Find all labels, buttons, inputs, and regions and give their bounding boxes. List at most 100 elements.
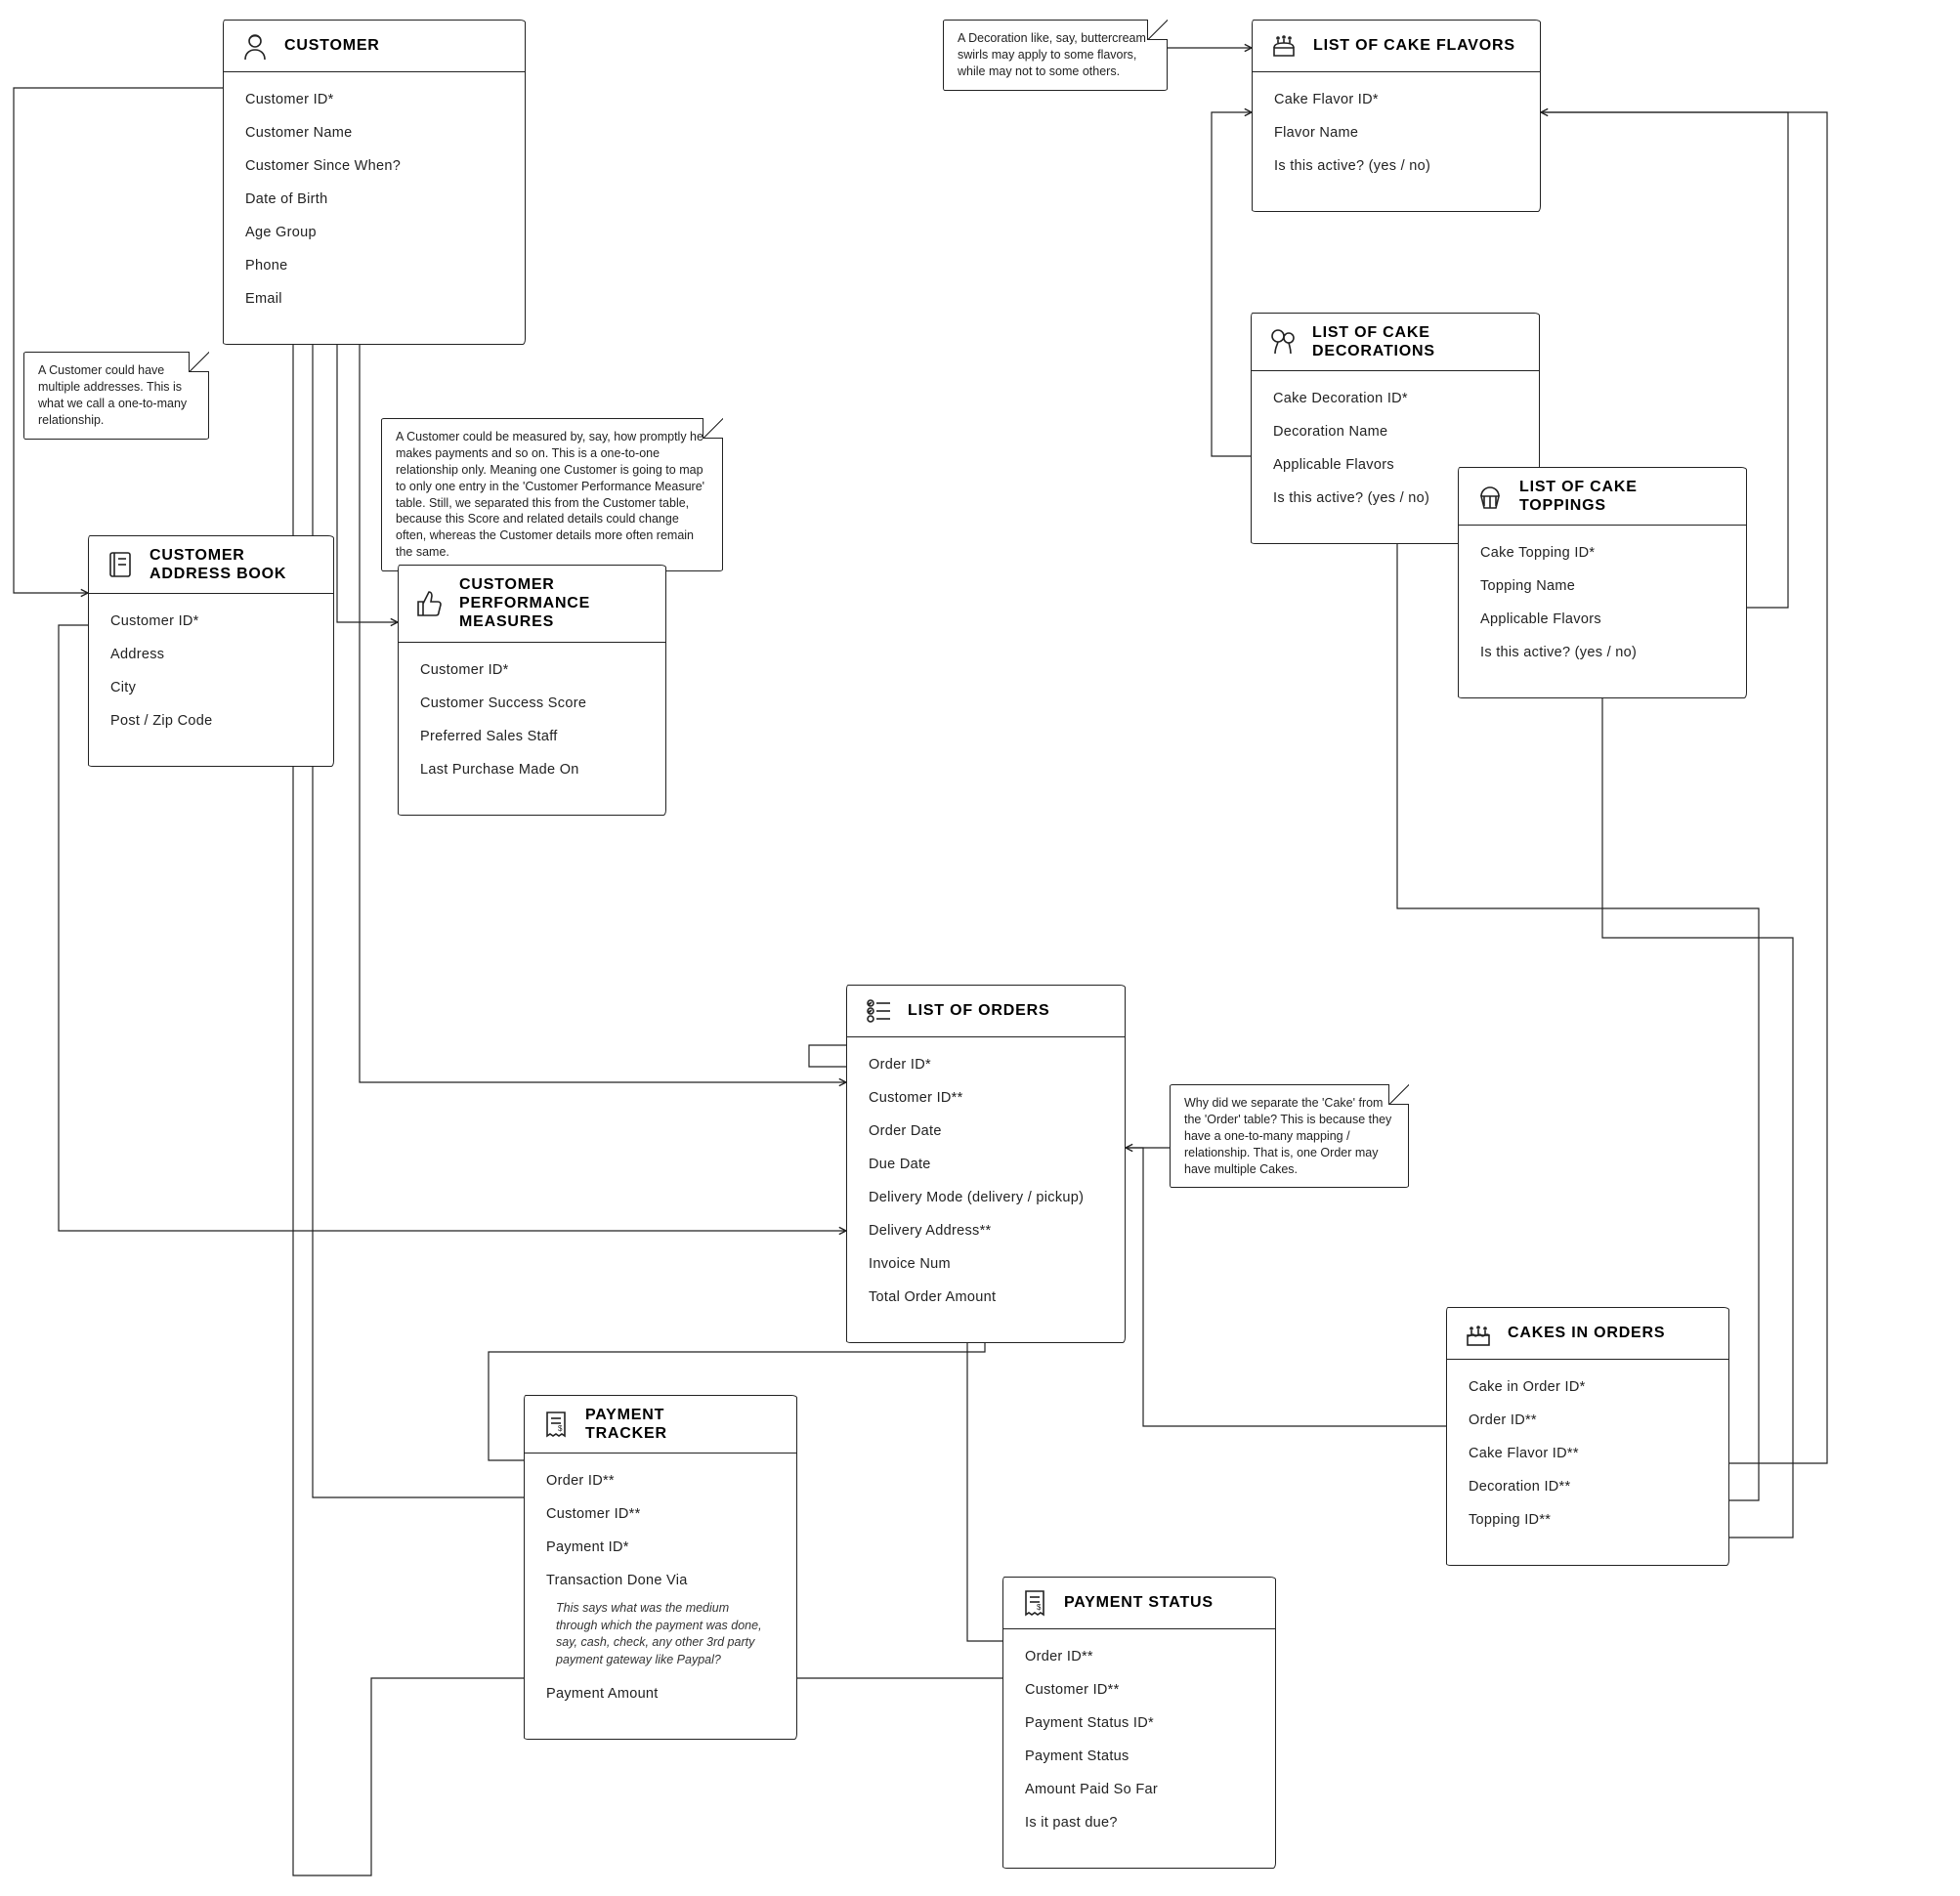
field: Customer Success Score	[420, 695, 644, 711]
field: Order ID*	[869, 1057, 1103, 1073]
note-text: Why did we separate the 'Cake' from the …	[1184, 1096, 1391, 1176]
entity-cakes-in-orders: CAKES IN ORDERS Cake in Order ID* Order …	[1446, 1307, 1729, 1566]
field: Flavor Name	[1274, 125, 1518, 141]
field: Topping ID**	[1469, 1512, 1707, 1528]
entity-address-book: CUSTOMER ADDRESS BOOK Customer ID* Addre…	[88, 535, 334, 767]
cupcake-icon	[1474, 481, 1506, 512]
entity-fields: Cake Topping ID* Topping Name Applicable…	[1459, 526, 1746, 697]
entity-header: CUSTOMER ADDRESS BOOK	[89, 536, 333, 594]
field: Age Group	[245, 225, 503, 240]
field: Customer ID**	[869, 1090, 1103, 1106]
entity-perf-measures: CUSTOMER PERFORMANCE MEASURES Customer I…	[398, 565, 666, 816]
note-decoration-flavors: A Decoration like, say, buttercream swir…	[943, 20, 1168, 91]
book-icon	[105, 549, 136, 580]
field: Cake Flavor ID**	[1469, 1446, 1707, 1461]
thumbs-up-icon	[414, 588, 446, 619]
field: Payment Amount	[546, 1686, 775, 1702]
svg-text:$: $	[558, 1424, 563, 1433]
field: Customer ID**	[1025, 1682, 1254, 1698]
field: Email	[245, 291, 503, 307]
field: Customer ID*	[110, 613, 312, 629]
entity-title: CAKES IN ORDERS	[1508, 1324, 1665, 1342]
field: Decoration ID**	[1469, 1479, 1707, 1495]
entity-title: PAYMENT TRACKER	[585, 1406, 742, 1443]
field: Invoice Num	[869, 1256, 1103, 1272]
entity-payment-status: $ PAYMENT STATUS Order ID** Customer ID*…	[1002, 1577, 1276, 1869]
field: Due Date	[869, 1157, 1103, 1172]
entity-fields: Order ID** Customer ID** Payment Status …	[1003, 1629, 1275, 1868]
field: Total Order Amount	[869, 1289, 1103, 1305]
field: Delivery Mode (delivery / pickup)	[869, 1190, 1103, 1205]
field: Last Purchase Made On	[420, 762, 644, 778]
field: Phone	[245, 258, 503, 274]
receipt-icon: $	[540, 1409, 572, 1440]
field: Transaction Done Via	[546, 1573, 775, 1588]
field: Cake Topping ID*	[1480, 545, 1725, 561]
entity-title: LIST OF CAKE DECORATIONS	[1312, 323, 1488, 360]
field: Order ID**	[1469, 1412, 1707, 1428]
birthday-cake-icon	[1463, 1318, 1494, 1349]
field: Customer ID**	[546, 1506, 775, 1522]
field: Decoration Name	[1273, 424, 1517, 440]
field: Order ID**	[1025, 1649, 1254, 1664]
field: Post / Zip Code	[110, 713, 312, 729]
note-customer-addresses: A Customer could have multiple addresses…	[23, 352, 209, 440]
entity-header: CAKES IN ORDERS	[1447, 1308, 1728, 1360]
note-text: A Decoration like, say, buttercream swir…	[958, 31, 1146, 78]
field: Customer ID*	[245, 92, 503, 107]
entity-header: $ PAYMENT TRACKER	[525, 1396, 796, 1454]
note-text: A Customer could be measured by, say, ho…	[396, 430, 704, 559]
field: Payment Status	[1025, 1749, 1254, 1764]
cake-icon	[1268, 30, 1300, 62]
entity-title: LIST OF ORDERS	[908, 1001, 1049, 1020]
field: Customer Name	[245, 125, 503, 141]
entity-title: CUSTOMER	[284, 36, 380, 55]
customer-icon	[239, 30, 271, 62]
field: Payment Status ID*	[1025, 1715, 1254, 1731]
note-text: A Customer could have multiple addresses…	[38, 363, 187, 427]
field: Preferred Sales Staff	[420, 729, 644, 744]
field: Order ID**	[546, 1473, 775, 1489]
entity-fields: Order ID** Customer ID** Payment ID* Tra…	[525, 1454, 796, 1739]
field-note: This says what was the medium through wh…	[556, 1600, 771, 1668]
field: Applicable Flavors	[1480, 611, 1725, 627]
field: Order Date	[869, 1123, 1103, 1139]
receipt-icon: $	[1019, 1587, 1050, 1619]
entity-header: CUSTOMER PERFORMANCE MEASURES	[399, 566, 665, 643]
field: Payment ID*	[546, 1539, 775, 1555]
entity-header: LIST OF CAKE DECORATIONS	[1252, 314, 1539, 371]
entity-header: LIST OF CAKE TOPPINGS	[1459, 468, 1746, 526]
entity-fields: Order ID* Customer ID** Order Date Due D…	[847, 1037, 1125, 1342]
field: Customer ID*	[420, 662, 644, 678]
field: Topping Name	[1480, 578, 1725, 594]
entity-header: LIST OF CAKE FLAVORS	[1253, 21, 1540, 72]
entity-header: CUSTOMER	[224, 21, 525, 72]
entity-title: LIST OF CAKE TOPPINGS	[1519, 478, 1695, 515]
entity-title: CUSTOMER ADDRESS BOOK	[149, 546, 318, 583]
entity-orders: LIST OF ORDERS Order ID* Customer ID** O…	[846, 985, 1126, 1343]
entity-title: LIST OF CAKE FLAVORS	[1313, 36, 1515, 55]
field: Cake Decoration ID*	[1273, 391, 1517, 406]
entity-fields: Customer ID* Customer Name Customer Sinc…	[224, 72, 525, 344]
entity-header: LIST OF ORDERS	[847, 986, 1125, 1037]
entity-flavors: LIST OF CAKE FLAVORS Cake Flavor ID* Fla…	[1252, 20, 1541, 212]
note-perf-measures: A Customer could be measured by, say, ho…	[381, 418, 723, 571]
field: Cake in Order ID*	[1469, 1379, 1707, 1395]
balloons-icon	[1267, 326, 1299, 358]
entity-fields: Customer ID* Address City Post / Zip Cod…	[89, 594, 333, 766]
field: Amount Paid So Far	[1025, 1782, 1254, 1797]
entity-fields: Cake Flavor ID* Flavor Name Is this acti…	[1253, 72, 1540, 211]
entity-title: PAYMENT STATUS	[1064, 1593, 1214, 1612]
field: Customer Since When?	[245, 158, 503, 174]
note-cake-order: Why did we separate the 'Cake' from the …	[1170, 1084, 1409, 1188]
diagram-canvas: CUSTOMER Customer ID* Customer Name Cust…	[0, 0, 1960, 1896]
entity-fields: Customer ID* Customer Success Score Pref…	[399, 643, 665, 815]
field: Is this active? (yes / no)	[1480, 645, 1725, 660]
entity-payment-tracker: $ PAYMENT TRACKER Order ID** Customer ID…	[524, 1395, 797, 1740]
field: Date of Birth	[245, 191, 503, 207]
field: Address	[110, 647, 312, 662]
entity-fields: Cake in Order ID* Order ID** Cake Flavor…	[1447, 1360, 1728, 1565]
entity-title: CUSTOMER PERFORMANCE MEASURES	[459, 575, 635, 632]
field: Is it past due?	[1025, 1815, 1254, 1831]
entity-header: $ PAYMENT STATUS	[1003, 1578, 1275, 1629]
